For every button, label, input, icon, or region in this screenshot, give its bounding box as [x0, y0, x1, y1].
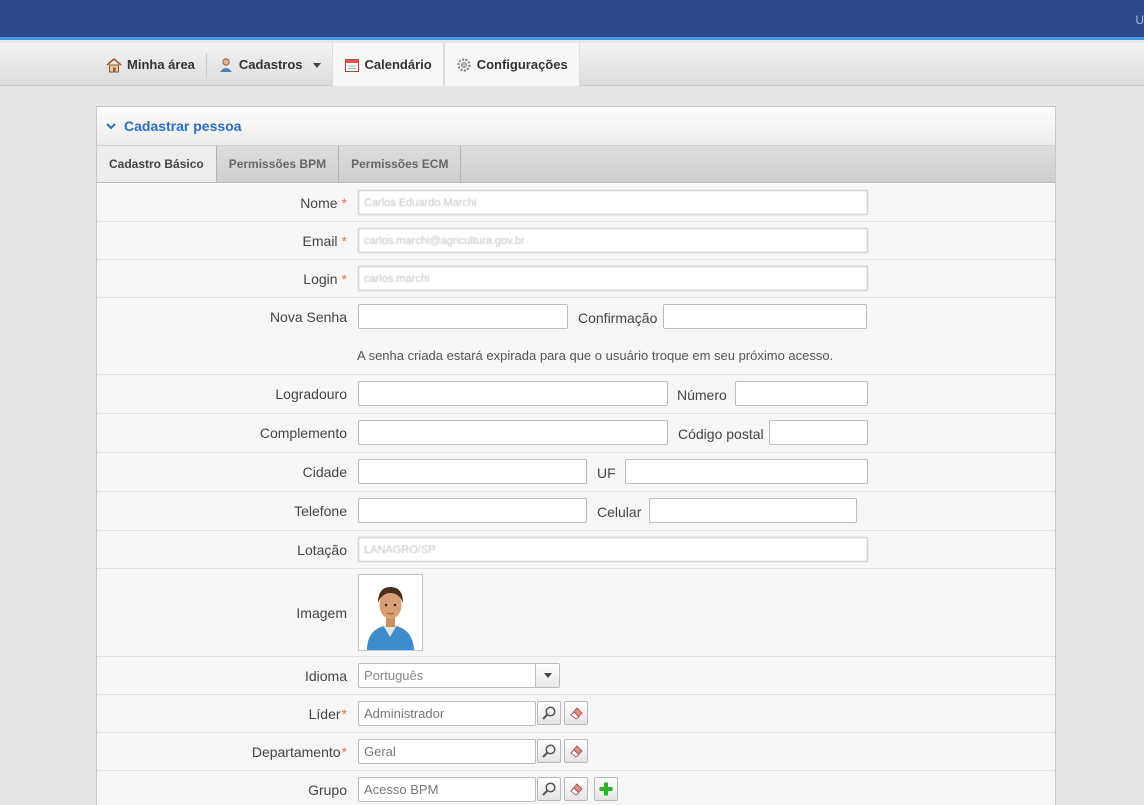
- lider-label: Líder*: [308, 706, 347, 722]
- tab-permissoes-ecm[interactable]: Permissões ECM: [339, 146, 462, 182]
- celular-input[interactable]: [649, 498, 857, 523]
- row-departamento: Departamento* Geral: [97, 733, 1055, 771]
- cidade-label: Cidade: [302, 464, 347, 480]
- home-icon: [106, 57, 122, 73]
- avatar[interactable]: [358, 574, 423, 651]
- idioma-select[interactable]: Português: [358, 663, 560, 688]
- nome-input[interactable]: Carlos Eduardo Marchi: [358, 190, 868, 215]
- confirmacao-label: Confirmação: [578, 310, 658, 326]
- eraser-icon: [570, 707, 583, 720]
- telefone-label: Telefone: [294, 503, 347, 519]
- grupo-label: Grupo: [308, 782, 347, 798]
- main-menu: Minha área Cadastros Calendário Configur…: [95, 43, 580, 86]
- row-telefone: Telefone Celular: [97, 492, 1055, 531]
- panel-title: Cadastrar pessoa: [124, 118, 242, 134]
- row-lotacao: Lotação LANAGRO/SP: [97, 531, 1055, 569]
- lider-input[interactable]: Administrador: [358, 701, 536, 726]
- email-input[interactable]: carlos.marchi@agricultura.gov.br: [358, 228, 868, 253]
- row-logradouro: Logradouro Número: [97, 375, 1055, 414]
- departamento-search-button[interactable]: [537, 739, 561, 763]
- grupo-clear-button[interactable]: [564, 777, 588, 801]
- row-email: Email * carlos.marchi@agricultura.gov.br: [97, 222, 1055, 260]
- telefone-input[interactable]: [358, 498, 587, 523]
- confirmacao-input[interactable]: [663, 304, 867, 329]
- panel-header[interactable]: Cadastrar pessoa: [97, 107, 1055, 146]
- complemento-label: Complemento: [259, 425, 347, 441]
- row-lider: Líder* Administrador: [97, 695, 1055, 733]
- calendar-icon: [344, 57, 360, 73]
- plus-icon: [599, 782, 613, 796]
- complemento-input[interactable]: [358, 420, 668, 445]
- tab-permissoes-bpm[interactable]: Permissões BPM: [217, 146, 340, 182]
- nova-senha-label: Nova Senha: [269, 309, 347, 325]
- search-icon: [542, 782, 556, 796]
- menu-configuracoes-label: Configurações: [476, 57, 568, 72]
- search-icon: [542, 706, 556, 720]
- codigo-postal-label: Código postal: [678, 426, 764, 442]
- departamento-input[interactable]: Geral: [358, 739, 536, 764]
- row-complemento: Complemento Código postal: [97, 414, 1055, 453]
- celular-label: Celular: [597, 504, 642, 520]
- grupo-input[interactable]: Acesso BPM: [358, 777, 536, 802]
- idioma-value: Português: [364, 668, 424, 683]
- row-imagem: Imagem: [97, 569, 1055, 657]
- eraser-icon: [570, 783, 583, 796]
- top-bar: U: [0, 0, 1144, 40]
- user-menu-hint[interactable]: U: [1135, 13, 1144, 27]
- menu-cadastros-label: Cadastros: [238, 57, 303, 72]
- menu-bar: Minha área Cadastros Calendário Configur…: [0, 43, 1144, 86]
- cadastrar-pessoa-panel: Cadastrar pessoa Cadastro Básico Permiss…: [96, 106, 1056, 805]
- logradouro-label: Logradouro: [275, 386, 347, 402]
- gear-icon: [456, 57, 472, 73]
- row-login: Login * carlos.marchi: [97, 260, 1055, 298]
- menu-minha-area-label: Minha área: [127, 57, 195, 72]
- avatar-image: [367, 587, 414, 650]
- nova-senha-input[interactable]: [358, 304, 568, 329]
- menu-cadastros[interactable]: Cadastros: [207, 43, 332, 86]
- lider-search-button[interactable]: [537, 701, 561, 725]
- row-idioma: Idioma Português: [97, 657, 1055, 695]
- uf-input[interactable]: [625, 459, 868, 484]
- numero-label: Número: [677, 387, 727, 403]
- nome-label: Nome *: [300, 195, 347, 211]
- logradouro-input[interactable]: [358, 381, 668, 406]
- grupo-add-button[interactable]: [594, 777, 618, 801]
- departamento-clear-button[interactable]: [564, 739, 588, 763]
- imagem-label: Imagem: [296, 605, 347, 621]
- eraser-icon: [570, 745, 583, 758]
- row-nome: Nome * Carlos Eduardo Marchi: [97, 184, 1055, 222]
- row-grupo: Grupo Acesso BPM: [97, 771, 1055, 805]
- cadastro-form: Nome * Carlos Eduardo Marchi Email * carlo…: [97, 184, 1055, 805]
- tab-cadastro-basico[interactable]: Cadastro Básico: [97, 146, 217, 182]
- lotacao-label: Lotação: [297, 542, 347, 558]
- chevron-down-icon: [312, 63, 321, 68]
- menu-configuracoes[interactable]: Configurações: [443, 43, 580, 86]
- departamento-label: Departamento*: [251, 744, 347, 760]
- numero-input[interactable]: [735, 381, 868, 406]
- login-label: Login *: [303, 271, 347, 287]
- user-icon: [218, 57, 234, 73]
- chevron-down-icon[interactable]: [535, 664, 559, 687]
- cidade-input[interactable]: [358, 459, 587, 484]
- chevron-down-icon[interactable]: [106, 121, 116, 131]
- email-label: Email *: [302, 233, 347, 249]
- tab-bar: Cadastro Básico Permissões BPM Permissõe…: [97, 146, 1055, 183]
- row-cidade: Cidade UF: [97, 453, 1055, 492]
- lotacao-input[interactable]: LANAGRO/SP: [358, 537, 868, 562]
- login-input[interactable]: carlos.marchi: [358, 266, 868, 291]
- menu-calendario[interactable]: Calendário: [331, 43, 444, 86]
- codigo-postal-input[interactable]: [769, 420, 868, 445]
- uf-label: UF: [597, 465, 616, 481]
- idioma-label: Idioma: [304, 668, 347, 684]
- grupo-search-button[interactable]: [537, 777, 561, 801]
- menu-minha-area[interactable]: Minha área: [95, 43, 206, 86]
- senha-note: A senha criada estará expirada para que …: [357, 348, 834, 363]
- menu-calendario-label: Calendário: [364, 57, 432, 72]
- lider-clear-button[interactable]: [564, 701, 588, 725]
- row-senha: Nova Senha Confirmação A senha criada es…: [97, 298, 1055, 375]
- search-icon: [542, 744, 556, 758]
